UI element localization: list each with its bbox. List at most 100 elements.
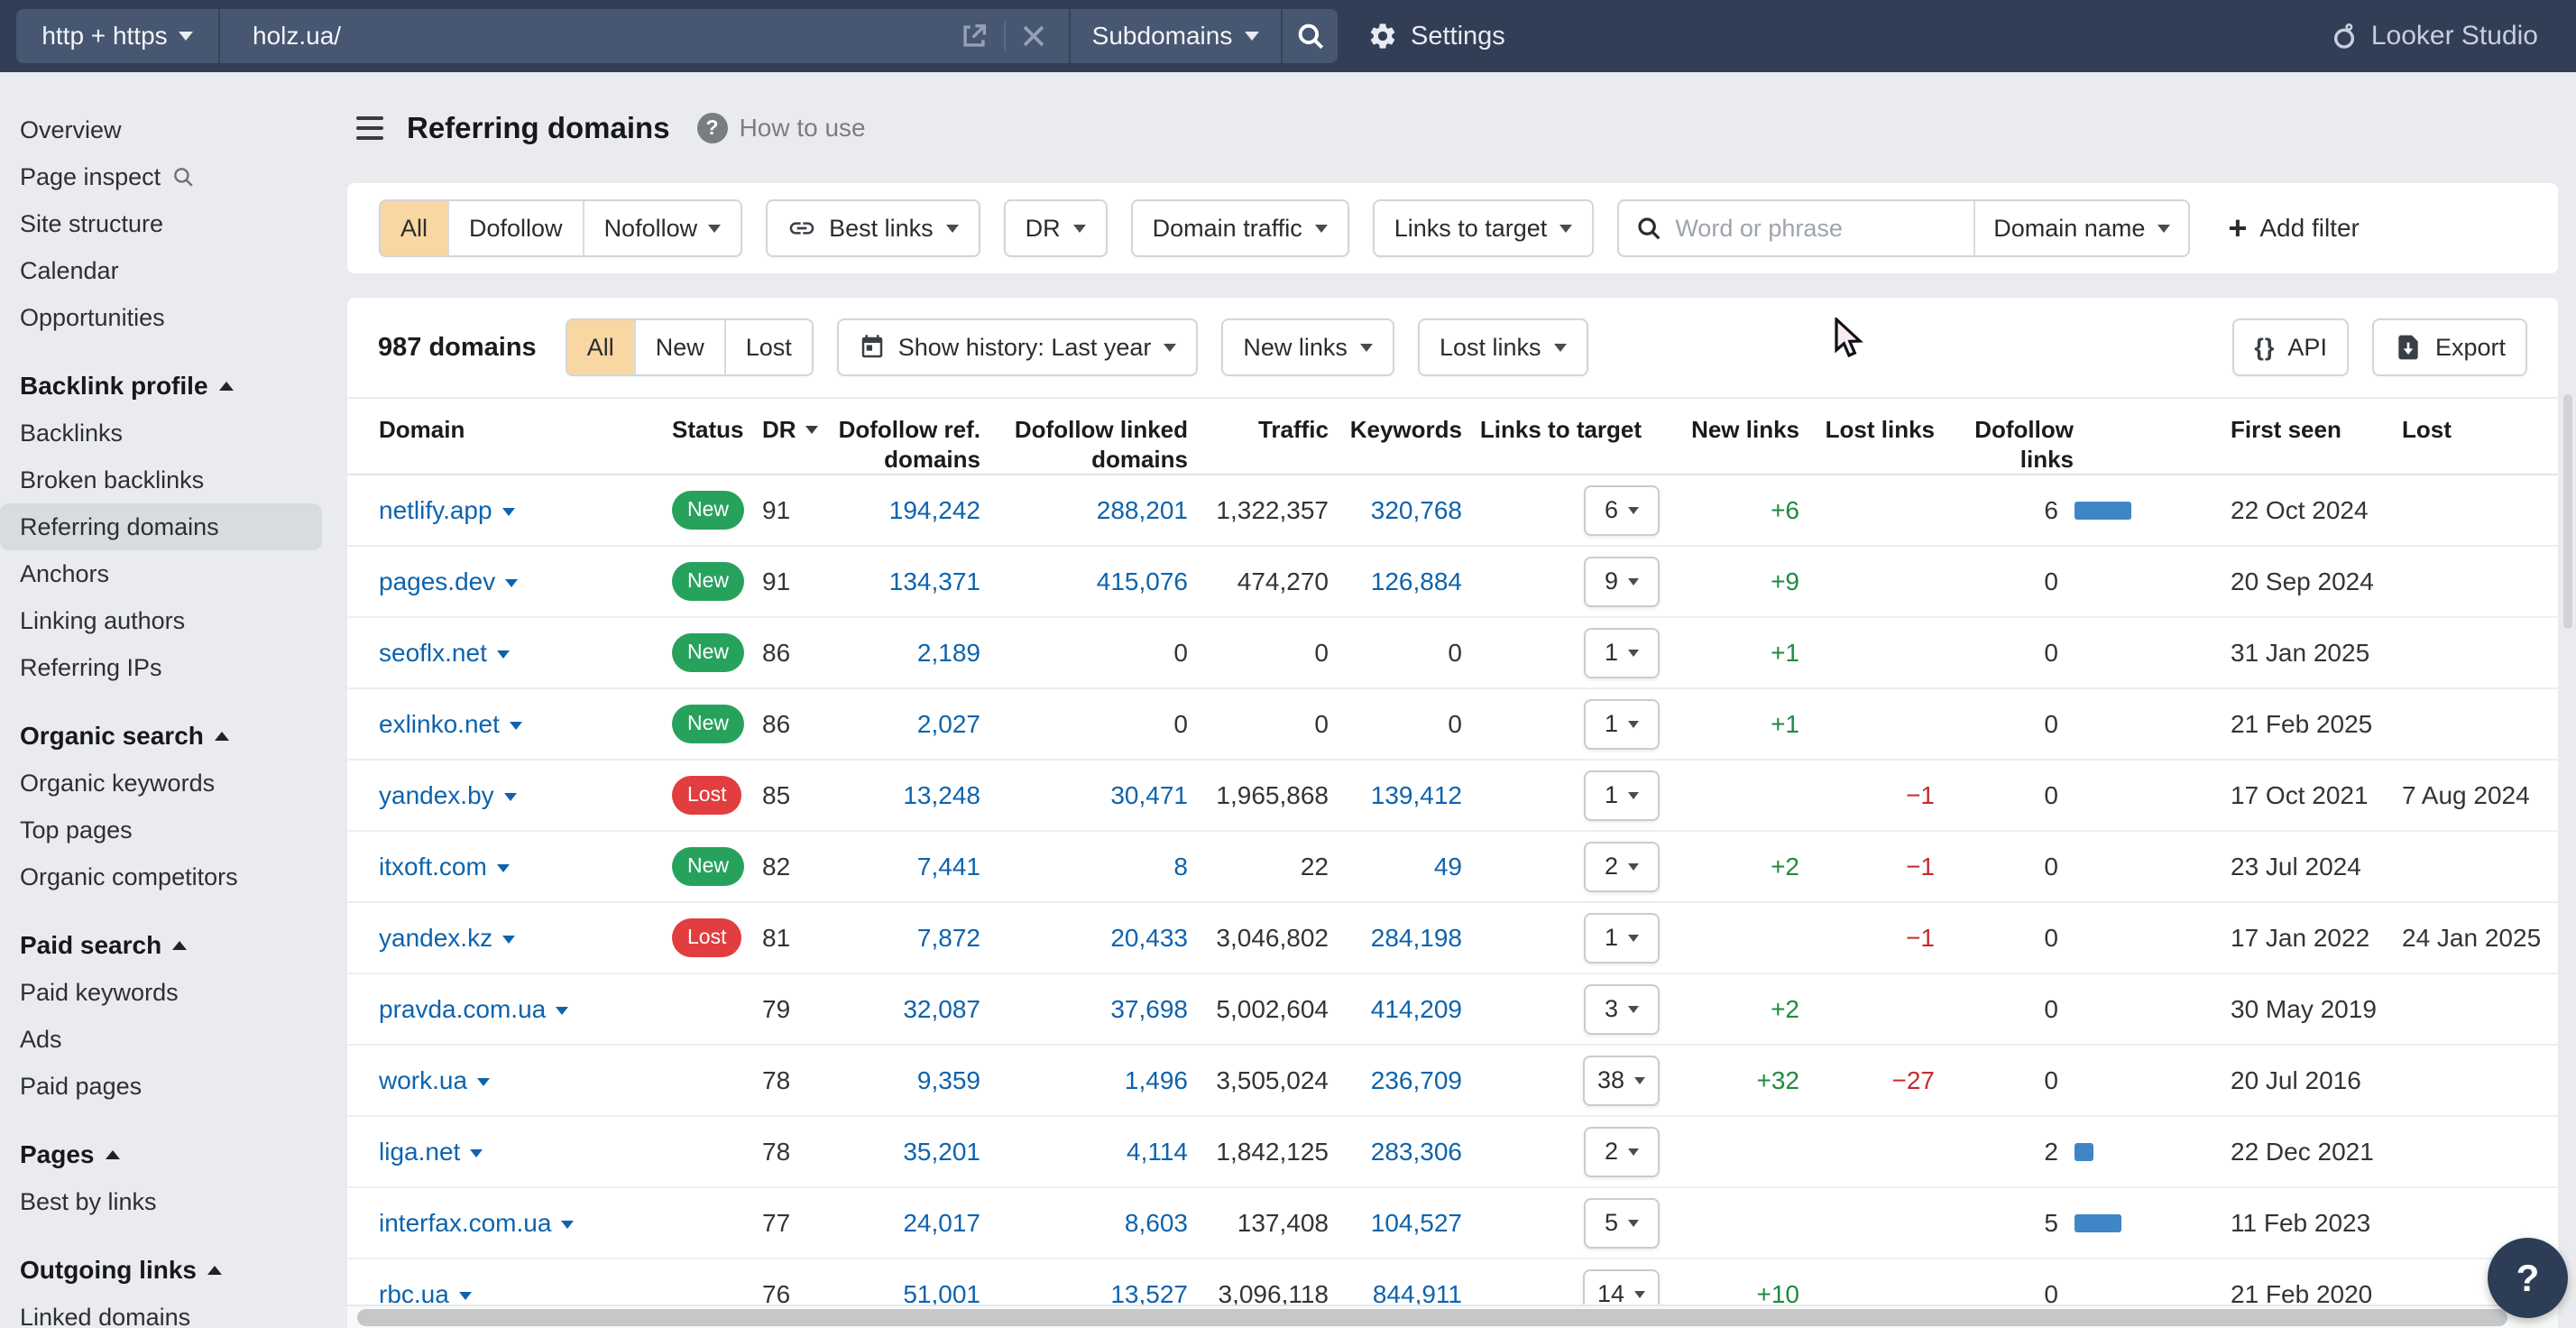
mode-dropdown[interactable]: Subdomains: [1069, 9, 1281, 63]
clear-icon[interactable]: [1020, 23, 1047, 50]
keywords-link[interactable]: 104,527: [1371, 1209, 1462, 1238]
dofollow-ref-domains-link[interactable]: 32,087: [903, 995, 980, 1024]
dofollow-ref-domains-link[interactable]: 194,242: [889, 496, 980, 525]
keywords-link[interactable]: 0: [1448, 639, 1462, 668]
dofollow-linked-domains-link[interactable]: 415,076: [1097, 567, 1188, 596]
domain-link[interactable]: exlinko.net: [379, 710, 522, 739]
sidebar-item-organic-competitors[interactable]: Organic competitors: [0, 853, 322, 900]
sidebar-item-top-pages[interactable]: Top pages: [0, 807, 322, 853]
keywords-link[interactable]: 414,209: [1371, 995, 1462, 1024]
dofollow-linked-domains-link[interactable]: 8,603: [1125, 1209, 1188, 1238]
vertical-scrollbar-thumb[interactable]: [2563, 394, 2572, 629]
settings-button[interactable]: Settings: [1367, 0, 1505, 72]
col-header-dr[interactable]: DR: [762, 415, 830, 445]
col-header-lost-links[interactable]: Lost links: [1799, 415, 1935, 445]
dofollow-ref-domains-link[interactable]: 2,189: [917, 639, 980, 668]
dofollow-ref-domains-link[interactable]: 7,872: [917, 924, 980, 953]
links-to-target-select[interactable]: 1: [1584, 770, 1660, 821]
domain-link[interactable]: seoflx.net: [379, 639, 510, 668]
dofollow-linked-domains-link[interactable]: 288,201: [1097, 496, 1188, 525]
dofollow-linked-domains-link[interactable]: 20,433: [1110, 924, 1188, 953]
chevron-down-icon[interactable]: [561, 1221, 574, 1229]
keywords-link[interactable]: 126,884: [1371, 567, 1462, 596]
links-to-target-select[interactable]: 9: [1584, 557, 1660, 607]
segment-all[interactable]: All: [381, 201, 449, 255]
sidebar-item-calendar[interactable]: Calendar: [0, 247, 322, 294]
sidebar-item-ads[interactable]: Ads: [0, 1016, 322, 1063]
keywords-link[interactable]: 0: [1448, 710, 1462, 739]
col-header-dofollow-ref-domains[interactable]: Dofollow ref. domains: [830, 415, 980, 475]
dofollow-ref-domains-link[interactable]: 2,027: [917, 710, 980, 739]
col-header-dofollow-linked-domains[interactable]: Dofollow linked domains: [980, 415, 1188, 475]
protocol-dropdown[interactable]: http + https: [16, 9, 220, 63]
segment-dofollow[interactable]: Dofollow: [449, 201, 584, 255]
domain-link[interactable]: work.ua: [379, 1066, 490, 1095]
sidebar-item-referring-ips[interactable]: Referring IPs: [0, 644, 322, 691]
links-to-target-select[interactable]: 5: [1584, 1198, 1660, 1249]
links-to-target-select[interactable]: 1: [1584, 699, 1660, 750]
chevron-down-icon[interactable]: [502, 508, 515, 516]
dofollow-linked-domains-link[interactable]: 37,698: [1110, 995, 1188, 1024]
dofollow-ref-domains-link[interactable]: 24,017: [903, 1209, 980, 1238]
keywords-link[interactable]: 139,412: [1371, 781, 1462, 810]
sidebar-item-broken-backlinks[interactable]: Broken backlinks: [0, 456, 322, 503]
col-header-first-seen[interactable]: First seen: [2196, 415, 2381, 445]
chevron-down-icon[interactable]: [477, 1078, 490, 1086]
keywords-link[interactable]: 283,306: [1371, 1138, 1462, 1167]
domain-link[interactable]: yandex.by: [379, 781, 517, 810]
dofollow-linked-domains-link[interactable]: 4,114: [1127, 1138, 1188, 1167]
links-to-target-select[interactable]: 1: [1584, 913, 1660, 964]
sidebar-item-overview[interactable]: Overview: [0, 106, 322, 153]
dofollow-linked-domains-link[interactable]: 30,471: [1110, 781, 1188, 810]
sidebar-section-organic-search[interactable]: Organic search: [0, 713, 347, 760]
domain-link[interactable]: netlify.app: [379, 496, 515, 525]
api-button[interactable]: {} API: [2232, 318, 2349, 376]
dofollow-linked-domains-link[interactable]: 0: [1173, 710, 1188, 739]
dofollow-ref-domains-link[interactable]: 134,371: [889, 567, 980, 596]
sidebar-section-paid-search[interactable]: Paid search: [0, 922, 347, 969]
keywords-link[interactable]: 284,198: [1371, 924, 1462, 953]
chevron-down-icon[interactable]: [470, 1149, 483, 1157]
col-header-new-links[interactable]: New links: [1660, 415, 1799, 445]
menu-icon[interactable]: [356, 116, 383, 140]
col-header-links-to-target[interactable]: Links to target: [1462, 415, 1660, 445]
dofollow-ref-domains-link[interactable]: 13,248: [903, 781, 980, 810]
sidebar-item-site-structure[interactable]: Site structure: [0, 200, 322, 247]
sidebar-item-anchors[interactable]: Anchors: [0, 550, 322, 597]
col-header-lost[interactable]: Lost: [2381, 415, 2558, 445]
dr-filter-button[interactable]: DR: [1004, 199, 1108, 257]
sidebar-item-paid-keywords[interactable]: Paid keywords: [0, 969, 322, 1016]
links-to-target-select[interactable]: 38: [1583, 1056, 1660, 1106]
col-header-domain[interactable]: Domain: [379, 415, 672, 445]
segment-all-status[interactable]: All: [567, 320, 636, 374]
keywords-link[interactable]: 320,768: [1371, 496, 1462, 525]
domain-link[interactable]: itxoft.com: [379, 853, 510, 881]
best-links-filter-button[interactable]: Best links: [766, 199, 980, 257]
links-to-target-filter-button[interactable]: Links to target: [1373, 199, 1595, 257]
sidebar-item-opportunities[interactable]: Opportunities: [0, 294, 322, 341]
links-to-target-select[interactable]: 1: [1584, 628, 1660, 678]
sidebar-item-linking-authors[interactable]: Linking authors: [0, 597, 322, 644]
dofollow-linked-domains-link[interactable]: 1,496: [1125, 1066, 1188, 1095]
search-submit-button[interactable]: [1281, 9, 1338, 63]
segment-lost-status[interactable]: Lost: [726, 320, 812, 374]
word-or-phrase-input[interactable]: [1675, 215, 1946, 243]
sidebar-item-best-by-links[interactable]: Best by links: [0, 1178, 322, 1225]
domain-traffic-filter-button[interactable]: Domain traffic: [1131, 199, 1349, 257]
sidebar-section-outgoing-links[interactable]: Outgoing links: [0, 1247, 347, 1294]
col-header-traffic[interactable]: Traffic: [1188, 415, 1329, 445]
chevron-down-icon[interactable]: [505, 579, 518, 587]
keywords-link[interactable]: 49: [1434, 853, 1462, 881]
dofollow-ref-domains-link[interactable]: 9,359: [917, 1066, 980, 1095]
keywords-link[interactable]: 236,709: [1371, 1066, 1462, 1095]
lost-links-dropdown[interactable]: Lost links: [1418, 318, 1588, 376]
open-external-icon[interactable]: [959, 21, 989, 51]
how-to-use-link[interactable]: How to use: [740, 114, 866, 143]
sidebar-item-linked-domains[interactable]: Linked domains: [0, 1294, 322, 1328]
links-to-target-select[interactable]: 6: [1584, 485, 1660, 536]
domain-link[interactable]: pravda.com.ua: [379, 995, 568, 1024]
domain-link[interactable]: interfax.com.ua: [379, 1209, 574, 1238]
dofollow-ref-domains-link[interactable]: 35,201: [903, 1138, 980, 1167]
chevron-down-icon[interactable]: [504, 793, 517, 801]
domain-link[interactable]: yandex.kz: [379, 924, 515, 953]
